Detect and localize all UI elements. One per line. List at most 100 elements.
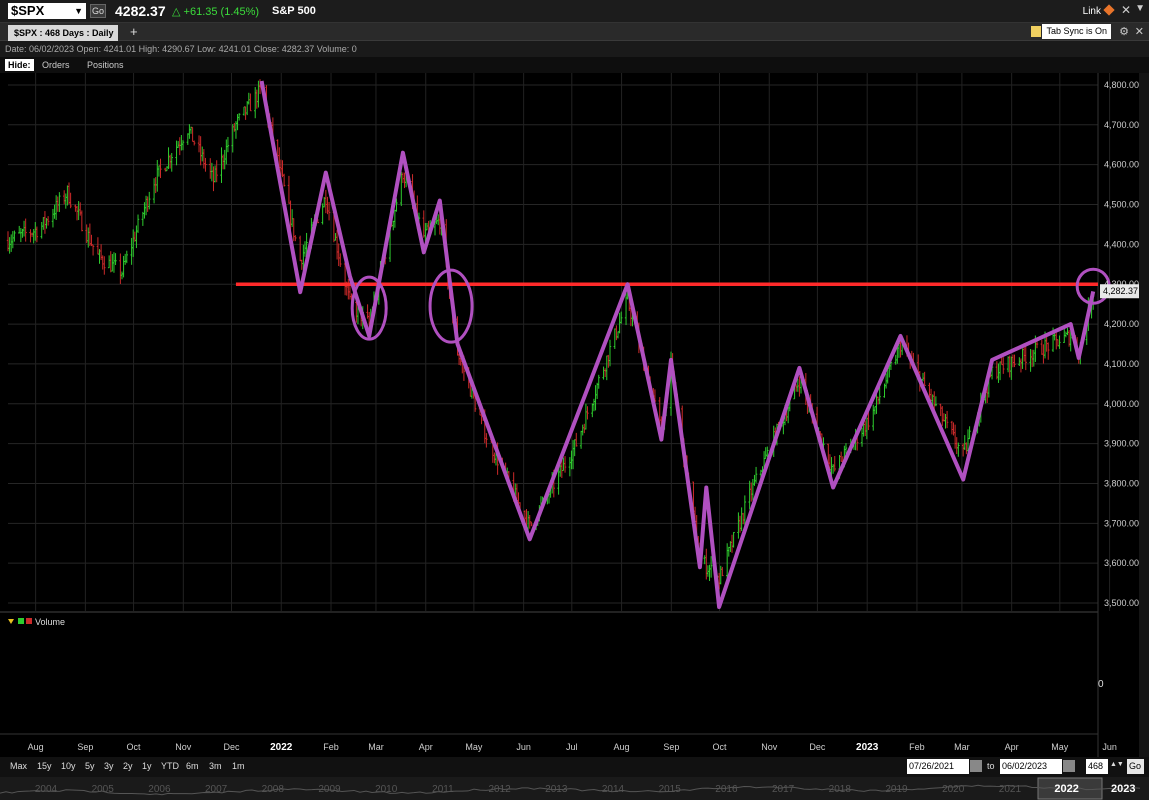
hide-bar: Hide: Orders Positions bbox=[0, 57, 1149, 73]
timeframe-6m[interactable]: 6m bbox=[186, 761, 199, 771]
date-axis: Aug Sep Oct Nov Dec 2022 Feb Mar Apr May Jun Jul Aug… bbox=[28, 742, 1117, 753]
notes-icon[interactable] bbox=[1031, 26, 1041, 37]
from-date-input[interactable]: 07/26/2021 bbox=[907, 759, 969, 774]
y-tick-label: 3,900.00 bbox=[1104, 439, 1139, 449]
x-tick-label: Aug bbox=[614, 742, 630, 752]
x-tick-label: Nov bbox=[175, 742, 192, 752]
y-tick-label: 4,600.00 bbox=[1104, 160, 1139, 170]
navigator-year-label: 2014 bbox=[602, 784, 625, 795]
tab-bar: $SPX : 468 Days : Daily + Tab Sync is On… bbox=[0, 23, 1149, 41]
last-price: 4282.37 bbox=[115, 3, 166, 19]
y-tick-label: 4,400.00 bbox=[1104, 239, 1139, 249]
x-tick-label: Mar bbox=[368, 742, 384, 752]
navigator-year-label: 2009 bbox=[318, 784, 341, 795]
tab-sync-button[interactable]: Tab Sync is On bbox=[1042, 24, 1111, 39]
navigator-year-label: 2012 bbox=[488, 784, 511, 795]
x-tick-label: May bbox=[465, 742, 483, 752]
timeframe-3y[interactable]: 3y bbox=[104, 761, 114, 771]
gear-icon[interactable]: ⚙ bbox=[1119, 25, 1129, 38]
close-icon[interactable]: ✕ bbox=[1121, 3, 1131, 17]
timeframe-max[interactable]: Max bbox=[10, 761, 27, 771]
timeframe-15y[interactable]: 15y bbox=[37, 761, 52, 771]
collapse-triangle-icon[interactable] bbox=[8, 619, 14, 624]
ohlc-info-text: Date: 06/02/2023 Open: 4241.01 High: 429… bbox=[5, 44, 357, 54]
add-tab-button[interactable]: + bbox=[130, 24, 138, 39]
navigator-year-label: 2019 bbox=[885, 784, 908, 795]
x-tick-label: Apr bbox=[1005, 742, 1019, 752]
y-tick-label: 3,800.00 bbox=[1104, 478, 1139, 488]
timeframe-ytd[interactable]: YTD bbox=[161, 761, 179, 771]
top-toolbar: $SPX ▼ Go 4282.37 △ +61.35 (1.45%) S&P 5… bbox=[0, 0, 1149, 23]
navigator-year-label: 2017 bbox=[772, 784, 795, 795]
timeframe-10y[interactable]: 10y bbox=[61, 761, 76, 771]
chart-side-handle[interactable] bbox=[1139, 73, 1149, 757]
y-tick-label: 4,200.00 bbox=[1104, 319, 1139, 329]
x-tick-label: Feb bbox=[323, 742, 339, 752]
x-tick-label: Oct bbox=[127, 742, 142, 752]
close-icon[interactable]: ✕ bbox=[1135, 25, 1144, 38]
timeframe-1m[interactable]: 1m bbox=[232, 761, 245, 771]
navigator-year-label: 2021 bbox=[999, 784, 1022, 795]
navigator-year-label: 2011 bbox=[432, 784, 454, 795]
x-tick-label: May bbox=[1051, 742, 1069, 752]
x-tick-label: Aug bbox=[28, 742, 44, 752]
navigator-year-label: 2006 bbox=[148, 784, 171, 795]
stepper-icon[interactable]: ▲▼ bbox=[1110, 761, 1124, 768]
symbol-go-button[interactable]: Go bbox=[90, 4, 106, 18]
positions-toggle[interactable]: Positions bbox=[87, 60, 124, 70]
chevron-down-icon[interactable]: ▼ bbox=[74, 3, 83, 19]
navigator-year-label: 2007 bbox=[205, 784, 228, 795]
price-chart[interactable]: 3,500.00 3,600.00 3,700.00 3,800.00 3,900.00… bbox=[0, 73, 1149, 757]
y-tick-label: 4,700.00 bbox=[1104, 120, 1139, 130]
x-tick-label: Jun bbox=[516, 742, 531, 752]
link-color-icon[interactable] bbox=[1103, 4, 1115, 16]
x-tick-label: Oct bbox=[712, 742, 727, 752]
to-date-input[interactable]: 06/02/2023 bbox=[1000, 759, 1062, 774]
price-change: △ +61.35 (1.45%) bbox=[172, 5, 259, 18]
chevron-down-icon[interactable]: ▼ bbox=[1135, 3, 1145, 14]
navigator-year-label: 2008 bbox=[262, 784, 285, 795]
orders-toggle[interactable]: Orders bbox=[42, 60, 70, 70]
x-tick-label: Apr bbox=[419, 742, 433, 752]
navigator-year-label: 2015 bbox=[659, 784, 682, 795]
hide-label: Hide: bbox=[5, 59, 34, 71]
x-tick-label: Feb bbox=[909, 742, 925, 752]
calendar-icon[interactable] bbox=[970, 760, 982, 772]
price-bars bbox=[6, 79, 1095, 590]
tab-spx[interactable]: $SPX : 468 Days : Daily bbox=[8, 25, 118, 41]
timeframe-5y[interactable]: 5y bbox=[85, 761, 95, 771]
y-tick-label: 3,500.00 bbox=[1104, 598, 1139, 608]
ohlc-info-bar: Date: 06/02/2023 Open: 4241.01 High: 429… bbox=[0, 41, 1149, 57]
x-tick-label: 2022 bbox=[270, 742, 293, 753]
timeframe-3m[interactable]: 3m bbox=[209, 761, 222, 771]
timeframe-bar: Max 15y 10y 5y 3y 2y 1y YTD 6m 3m 1m 07/26/2021 to 06… bbox=[0, 757, 1149, 777]
x-tick-label: 2023 bbox=[856, 742, 879, 753]
volume-legend-label: Volume bbox=[35, 617, 65, 627]
y-tick-label: 4,500.00 bbox=[1104, 200, 1139, 210]
navigator-year-label: 2005 bbox=[92, 784, 115, 795]
days-input[interactable]: 468 bbox=[1086, 759, 1108, 774]
x-tick-label: Sep bbox=[77, 742, 93, 752]
timeframe-1y[interactable]: 1y bbox=[142, 761, 152, 771]
navigator-year-label: 2020 bbox=[942, 784, 965, 795]
y-tick-label: 3,700.00 bbox=[1104, 518, 1139, 528]
timeframe-2y[interactable]: 2y bbox=[123, 761, 133, 771]
x-tick-label: Mar bbox=[954, 742, 970, 752]
symbol-input[interactable]: $SPX ▼ bbox=[8, 3, 86, 19]
triangle-up-icon: △ bbox=[172, 6, 181, 18]
x-tick-label: Sep bbox=[663, 742, 679, 752]
last-value-label: 4,282.37 bbox=[1103, 286, 1138, 296]
x-tick-label: Dec bbox=[223, 742, 240, 752]
trend-zigzag-line[interactable] bbox=[259, 80, 1096, 609]
x-tick-label: Nov bbox=[761, 742, 778, 752]
navigator-year-label: 2018 bbox=[829, 784, 852, 795]
drawing-overlays bbox=[235, 80, 1111, 609]
link-button[interactable]: Link bbox=[1083, 6, 1101, 17]
x-tick-label: Dec bbox=[809, 742, 826, 752]
navigator-year-label: 2022 bbox=[1054, 783, 1078, 795]
navigator-year-label: 2013 bbox=[545, 784, 568, 795]
range-go-button[interactable]: Go bbox=[1127, 759, 1144, 774]
timeline-navigator[interactable]: 2004 2005 2006 2007 2008 2009 2010 2011 2012 2013… bbox=[0, 777, 1149, 800]
calendar-icon[interactable] bbox=[1063, 760, 1075, 772]
x-tick-label: Jul bbox=[566, 742, 578, 752]
